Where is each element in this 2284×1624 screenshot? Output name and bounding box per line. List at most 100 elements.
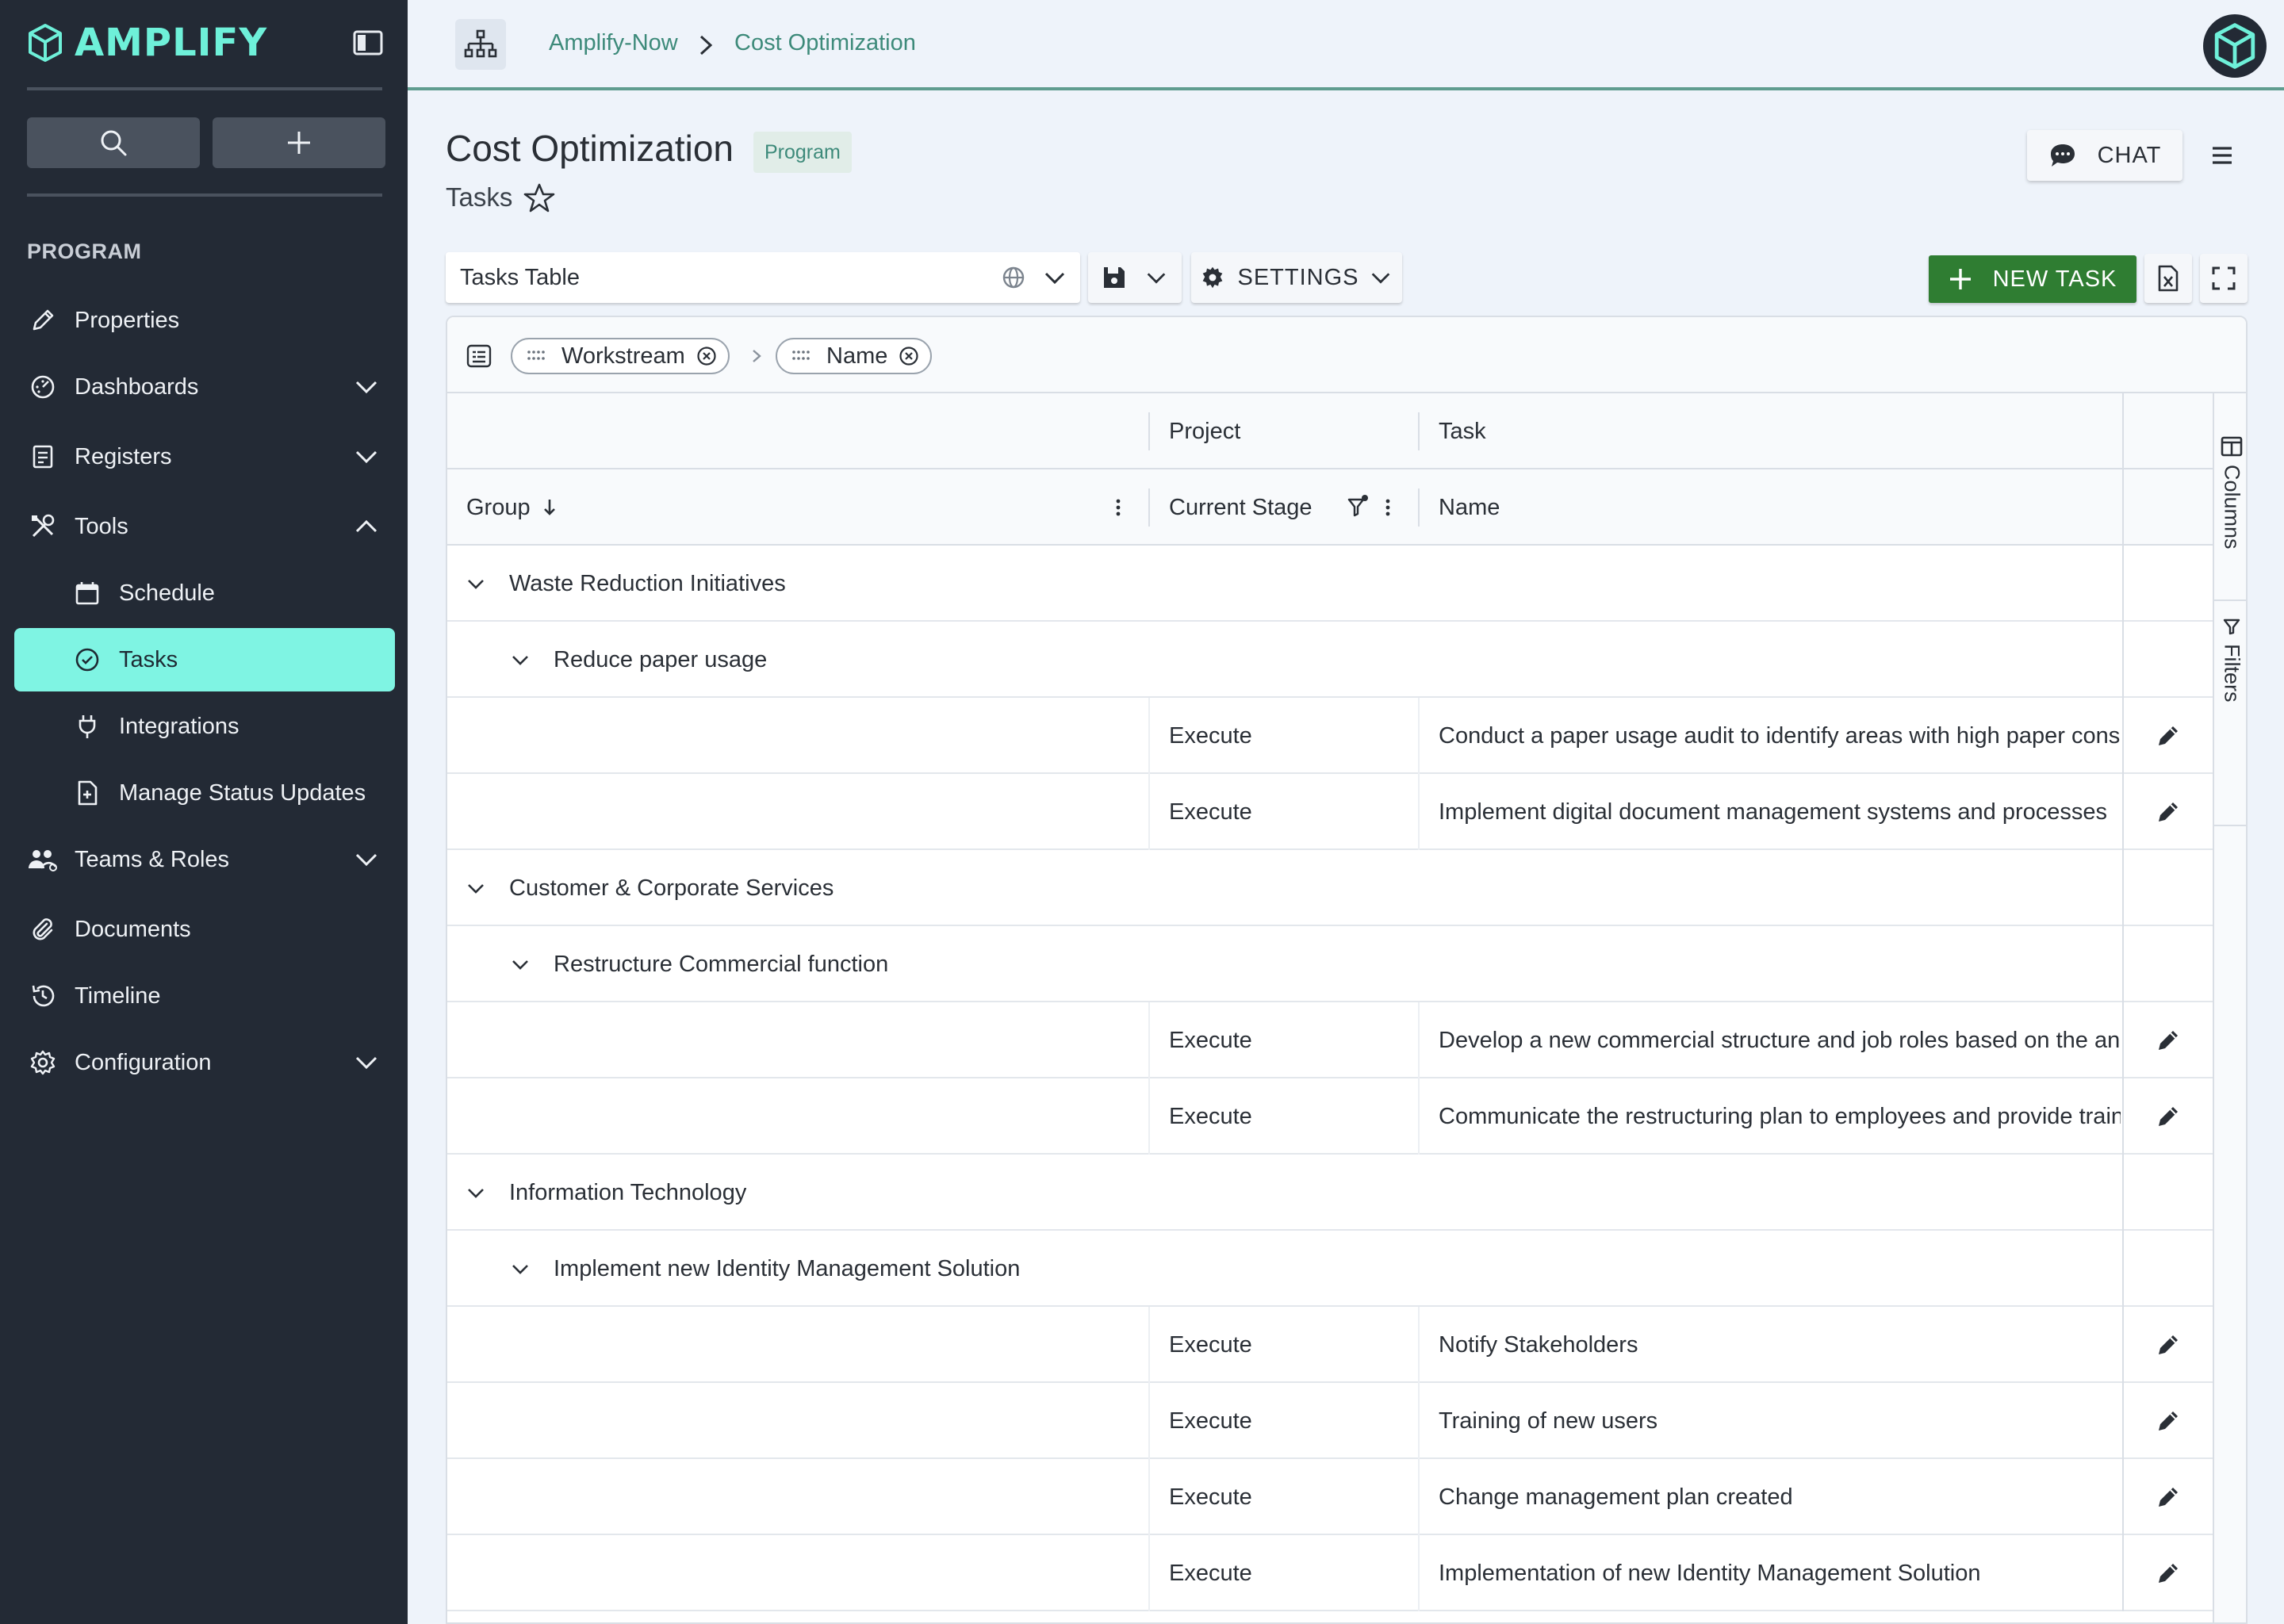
chevron-down-icon[interactable] [352, 845, 381, 874]
table-row[interactable]: Execute Communicate the restructuring pla… [447, 1078, 2213, 1155]
sidebar-item-teams-roles[interactable]: Teams & Roles [14, 828, 395, 891]
sidebar-item-timeline[interactable]: Timeline [14, 964, 395, 1028]
table-row[interactable]: Execute Conduct a paper usage audit to id… [447, 698, 2213, 774]
group-row-workstream[interactable]: Customer & Corporate Services [447, 850, 2213, 926]
column-separator [1148, 698, 1150, 774]
save-view-button[interactable] [1088, 252, 1182, 303]
sort-descending-icon[interactable] [540, 496, 559, 519]
group-chip-workstream[interactable]: Workstream [511, 338, 730, 374]
filter-active-icon[interactable] [1347, 493, 1370, 519]
search-button[interactable] [27, 117, 200, 168]
sidebar-toggle-icon[interactable] [352, 27, 384, 59]
remove-circle-icon[interactable] [696, 346, 717, 366]
sidebar-item-documents[interactable]: Documents [14, 898, 395, 961]
chevron-down-icon[interactable] [352, 1048, 381, 1077]
sidebar-item-registers[interactable]: Registers [14, 425, 395, 488]
chevron-down-icon[interactable] [509, 1258, 531, 1280]
hierarchy-button[interactable] [455, 19, 506, 70]
group-row-label: Implement new Identity Management Soluti… [554, 1255, 1021, 1281]
edit-pencil-icon[interactable] [2154, 1102, 2182, 1131]
program-badge: Program [753, 132, 852, 173]
chevron-down-icon[interactable] [352, 442, 381, 471]
sidebar-item-configuration[interactable]: Configuration [14, 1031, 395, 1094]
new-task-button[interactable]: NEW TASK [1929, 255, 2136, 303]
edit-pencil-icon[interactable] [2154, 798, 2182, 826]
columns-panel-tab[interactable]: Columns [2214, 436, 2246, 550]
sidebar-item-manage-status-updates[interactable]: Manage Status Updates [14, 761, 395, 825]
current-stage-cell: Execute [1169, 1331, 1252, 1358]
table-row[interactable]: Execute Change management plan created [447, 1459, 2213, 1535]
filters-panel-tab[interactable]: Filters [2214, 617, 2246, 703]
table-row[interactable]: Execute Notify Stakeholders [447, 1307, 2213, 1383]
section-label: PROGRAM [27, 239, 142, 263]
edit-pencil-icon[interactable] [2154, 1026, 2182, 1055]
export-excel-button[interactable] [2144, 254, 2192, 303]
breadcrumb-root[interactable]: Amplify-Now [549, 30, 678, 56]
sidebar-item-label: Teams & Roles [75, 846, 230, 872]
group-row-name[interactable]: Restructure Commercial function [447, 926, 2213, 1002]
chat-button[interactable]: CHAT [2027, 130, 2182, 181]
edit-pencil-icon[interactable] [2154, 722, 2182, 750]
cube-avatar-icon [2214, 23, 2255, 69]
column-separator [1418, 1535, 1420, 1611]
chevron-down-icon[interactable] [1042, 265, 1067, 290]
sidebar-item-properties[interactable]: Properties [14, 289, 395, 352]
chevron-down-icon[interactable] [509, 953, 531, 975]
star-icon[interactable] [523, 182, 555, 214]
table-row[interactable]: Execute Implementation of new Identity Ma… [447, 1535, 2213, 1611]
group-chip-name[interactable]: Name [776, 338, 933, 374]
column-separator [1418, 1383, 1420, 1459]
group-row-workstream[interactable]: Waste Reduction Initiatives [447, 546, 2213, 622]
avatar[interactable] [2203, 14, 2267, 78]
current-stage-cell: Execute [1169, 799, 1252, 825]
group-row-name[interactable]: Reduce paper usage [447, 622, 2213, 698]
hamburger-menu-icon[interactable] [2205, 140, 2240, 171]
column-menu-icon[interactable] [1113, 496, 1123, 519]
edit-pencil-icon[interactable] [2154, 1483, 2182, 1511]
view-select[interactable]: Tasks Table [446, 252, 1080, 303]
group-chip-label: Name [826, 343, 888, 369]
table-row[interactable]: Execute Training of new users [447, 1383, 2213, 1459]
edit-pencil-icon[interactable] [2154, 1559, 2182, 1588]
logo: AMPLIFY [27, 21, 384, 65]
sidebar-item-integrations[interactable]: Integrations [14, 695, 395, 758]
add-button[interactable] [213, 117, 385, 168]
group-chip-label: Workstream [561, 343, 685, 369]
sidebar-item-tasks[interactable]: Tasks [14, 628, 395, 691]
sidebar-item-dashboards[interactable]: Dashboards [14, 355, 395, 419]
column-menu-icon[interactable] [1383, 496, 1393, 519]
group-row-label: Restructure Commercial function [554, 951, 889, 977]
sidebar-item-label: Registers [75, 443, 172, 469]
column-header-group[interactable]: Group [466, 469, 559, 546]
current-stage-cell: Execute [1169, 1027, 1252, 1053]
chevron-down-icon[interactable] [465, 573, 487, 595]
group-row-workstream[interactable]: Information Technology [447, 1155, 2213, 1231]
table-row[interactable]: Execute Develop a new commercial structur… [447, 1002, 2213, 1078]
header-group-task: Task [1439, 418, 1486, 444]
sidebar-item-schedule[interactable]: Schedule [14, 561, 395, 625]
edit-pencil-icon[interactable] [2154, 1331, 2182, 1359]
remove-circle-icon[interactable] [899, 346, 919, 366]
table-row[interactable]: Execute Implement digital document manage… [447, 774, 2213, 850]
search-icon [101, 130, 127, 156]
chevron-down-icon[interactable] [465, 1182, 487, 1204]
group-row-name[interactable]: Implement new Identity Management Soluti… [447, 1231, 2213, 1307]
settings-button[interactable]: SETTINGS [1191, 252, 1402, 303]
edit-pencil-icon[interactable] [2154, 1407, 2182, 1435]
column-separator [1148, 1459, 1150, 1535]
drag-handle-icon[interactable] [791, 348, 811, 364]
chevron-down-icon[interactable] [465, 877, 487, 899]
chevron-down-icon[interactable] [352, 373, 381, 401]
sidebar-item-tools[interactable]: Tools [14, 495, 395, 558]
chevron-down-icon[interactable] [509, 649, 531, 671]
teams-icon [29, 850, 57, 871]
hierarchy-icon [464, 29, 497, 58]
filter-icon [2223, 619, 2240, 635]
breadcrumb-current[interactable]: Cost Optimization [734, 30, 916, 56]
fullscreen-button[interactable] [2200, 254, 2248, 303]
page-subtitle: Tasks [446, 182, 513, 212]
chevron-up-icon[interactable] [352, 512, 381, 541]
drag-handle-icon[interactable] [527, 348, 546, 364]
column-header-current-stage[interactable]: Current Stage [1169, 469, 1313, 546]
column-header-name[interactable]: Name [1439, 469, 1500, 546]
